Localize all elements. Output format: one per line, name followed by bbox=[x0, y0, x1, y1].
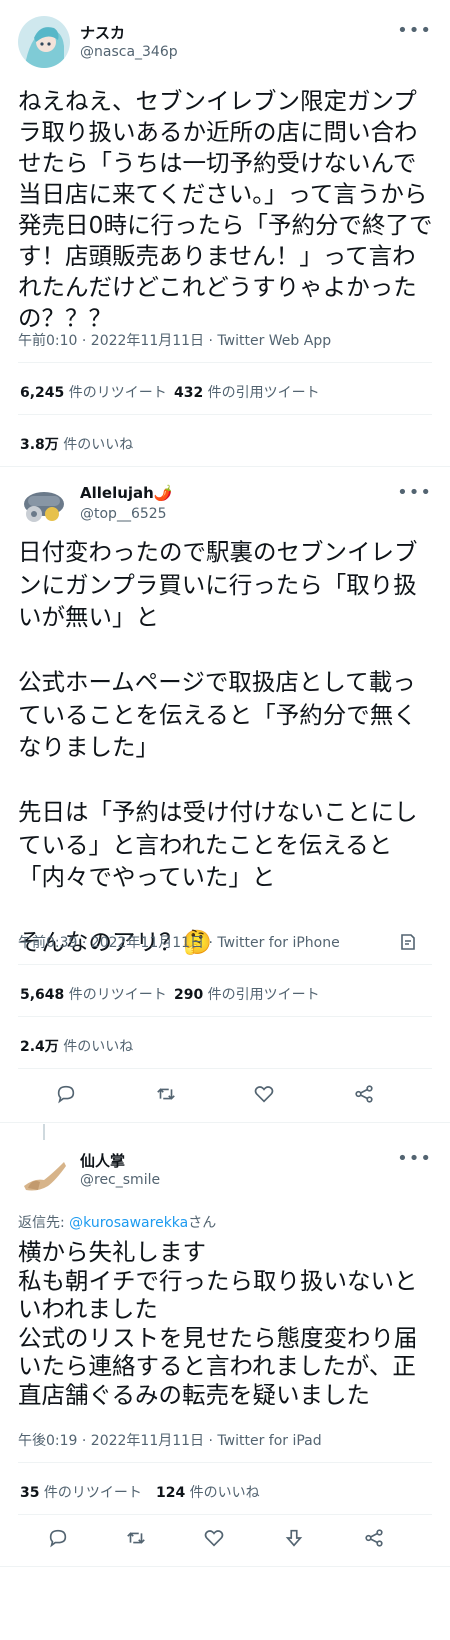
downvote-icon[interactable] bbox=[280, 1524, 308, 1552]
divider bbox=[0, 1122, 450, 1123]
divider bbox=[18, 1514, 432, 1515]
birdwatch-icon[interactable] bbox=[394, 928, 422, 956]
share-icon[interactable] bbox=[360, 1524, 388, 1552]
divider bbox=[18, 964, 432, 965]
divider bbox=[18, 362, 432, 363]
more-horizontal-icon[interactable]: ••• bbox=[397, 1148, 432, 1169]
avatar[interactable] bbox=[18, 16, 70, 68]
avatar[interactable] bbox=[18, 1148, 70, 1200]
more-horizontal-icon[interactable]: ••• bbox=[397, 482, 432, 503]
like-count[interactable]: 124 件のいいね bbox=[156, 1482, 260, 1502]
display-name[interactable]: 仙人掌 bbox=[80, 1150, 125, 1171]
user-handle[interactable]: @top__6525 bbox=[80, 506, 167, 522]
user-handle[interactable]: @nasca_346p bbox=[80, 44, 178, 60]
tweet-timestamp[interactable]: 午後0:19 · 2022年11月11日 · Twitter for iPad bbox=[18, 1430, 322, 1450]
divider bbox=[18, 1068, 432, 1069]
retweet-icon[interactable] bbox=[152, 1080, 180, 1108]
display-name[interactable]: ナスカ bbox=[80, 22, 125, 43]
retweet-icon[interactable] bbox=[122, 1524, 150, 1552]
tweet-text: 日付変わったので駅裏のセブンイレブンにガンプラ買いに行ったら「取り扱いが無い」と… bbox=[18, 538, 418, 956]
like-count[interactable]: 2.4万 件のいいね bbox=[20, 1036, 133, 1056]
reply-icon[interactable] bbox=[44, 1524, 72, 1552]
divider bbox=[0, 1566, 450, 1567]
tweet-timestamp[interactable]: 午前0:39 · 2022年11月11日 · Twitter for iPhon… bbox=[18, 932, 340, 952]
retweet-count[interactable]: 5,648 件のリツイート bbox=[20, 984, 167, 1004]
reply-icon[interactable] bbox=[52, 1080, 80, 1108]
tweet-timestamp[interactable]: 午前0:10 · 2022年11月11日 · Twitter Web App bbox=[18, 330, 331, 350]
quote-count[interactable]: 432 件の引用ツイート bbox=[174, 382, 320, 402]
divider bbox=[18, 1462, 432, 1463]
more-horizontal-icon[interactable]: ••• bbox=[397, 20, 432, 41]
quote-count[interactable]: 290 件の引用ツイート bbox=[174, 984, 320, 1004]
user-handle[interactable]: @rec_smile bbox=[80, 1172, 160, 1188]
divider bbox=[18, 414, 432, 415]
retweet-count[interactable]: 35 件のリツイート bbox=[20, 1482, 142, 1502]
reply-context: 返信先: @kurosawarekkaさん bbox=[18, 1215, 217, 1231]
tweet-text: ねえねえ、セブンイレブン限定ガンプラ取り扱いあるか近所の店に問い合わせたら「うち… bbox=[18, 87, 433, 332]
tweet-text: 横から失礼します 私も朝イチで行ったら取り扱いないといわれました 公式のリストを… bbox=[18, 1238, 418, 1409]
divider bbox=[18, 1016, 432, 1017]
like-icon[interactable] bbox=[250, 1080, 278, 1108]
divider bbox=[0, 466, 450, 467]
thread-line bbox=[43, 1124, 45, 1140]
retweet-count[interactable]: 6,245 件のリツイート bbox=[20, 382, 167, 402]
reply-to-link[interactable]: @kurosawarekka bbox=[69, 1215, 188, 1231]
avatar[interactable] bbox=[18, 478, 70, 530]
display-name[interactable]: Allelujah🌶️ bbox=[80, 484, 173, 502]
like-count[interactable]: 3.8万 件のいいね bbox=[20, 434, 133, 454]
share-icon[interactable] bbox=[350, 1080, 378, 1108]
like-icon[interactable] bbox=[200, 1524, 228, 1552]
